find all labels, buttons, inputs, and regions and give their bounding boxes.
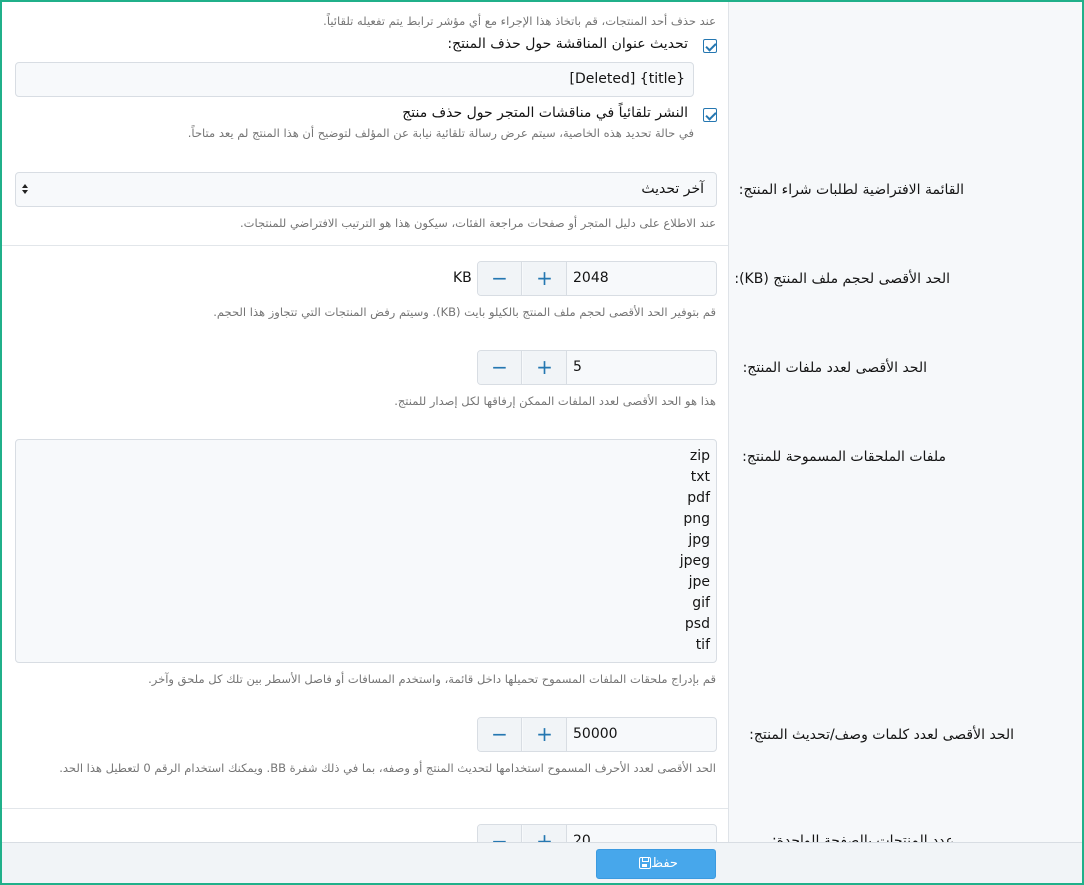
label-column xyxy=(728,2,1082,883)
max-file-size-hint: قم بتوفير الحد الأقصى لحجم ملف المنتج با… xyxy=(213,305,716,319)
options-page: عند حذف أحد المنتجات، قم باتخاذ هذا الإج… xyxy=(0,0,1084,885)
extension-line: jpeg xyxy=(679,553,710,569)
max-file-size-input[interactable]: 2048 xyxy=(567,262,716,295)
form-footer: حفظ xyxy=(2,842,1082,883)
extension-line: psd xyxy=(684,616,710,632)
max-words-hint: الحد الأقصى لعدد الأحرف المسموح استخدامه… xyxy=(59,761,716,775)
increment-button[interactable]: + xyxy=(523,262,567,295)
decrement-button[interactable]: − xyxy=(478,718,522,751)
max-file-size-spinner: − + 2048 xyxy=(477,261,717,296)
extension-line: png xyxy=(683,511,710,527)
deleted-product-hint: عند حذف أحد المنتجات، قم باتخاذ هذا الإج… xyxy=(323,14,716,28)
file-size-unit: KB xyxy=(453,270,472,286)
row-separator xyxy=(2,808,728,809)
max-words-label: الحد الأقصى لعدد كلمات وصف/تحديث المنتج: xyxy=(749,727,1014,743)
auto-post-hint: في حالة تحديد هذه الخاصية، سيتم عرض رسال… xyxy=(187,126,694,140)
max-file-size-label: الحد الأقصى لحجم ملف المنتج (KB): xyxy=(734,271,950,287)
extension-line: jpe xyxy=(688,574,710,590)
extension-line: txt xyxy=(690,469,710,485)
save-button-label: حفظ xyxy=(651,856,678,871)
allowed-extensions-textarea[interactable]: zip txt pdf png jpg jpeg jpe gif psd tif xyxy=(15,439,717,663)
row-separator xyxy=(2,245,728,246)
increment-button[interactable]: + xyxy=(523,718,567,751)
extension-line: jpg xyxy=(688,532,710,548)
extension-line: tif xyxy=(695,637,710,653)
save-button[interactable]: حفظ xyxy=(596,849,716,879)
update-title-checkbox[interactable] xyxy=(703,39,717,53)
deleted-title-input[interactable]: {title} [Deleted] xyxy=(15,62,694,97)
decrement-button[interactable]: − xyxy=(478,351,522,384)
max-words-input[interactable]: 50000 xyxy=(567,718,716,751)
default-list-label: القائمة الافتراضية لطلبات شراء المنتج: xyxy=(738,182,964,198)
allowed-extensions-hint: قم بإدراج ملحقات الملفات المسموح تحميلها… xyxy=(148,672,716,686)
auto-post-label: النشر تلقائياً في مناقشات المتجر حول حذف… xyxy=(402,105,688,121)
decrement-button[interactable]: − xyxy=(478,262,522,295)
max-files-hint: هذا هو الحد الأقصى لعدد الملفات الممكن إ… xyxy=(394,394,716,408)
auto-post-checkbox[interactable] xyxy=(703,108,717,122)
update-title-label: تحديث عنوان المناقشة حول حذف المنتج: xyxy=(447,36,688,52)
extension-line: gif xyxy=(692,595,710,611)
save-icon xyxy=(639,857,652,869)
default-list-select[interactable]: آخر تحديث xyxy=(15,172,717,207)
max-files-input[interactable]: 5 xyxy=(567,351,716,384)
allowed-extensions-label: ملفات الملحقات المسموحة للمنتج: xyxy=(742,449,946,465)
extension-line: pdf xyxy=(687,490,710,506)
default-list-hint: عند الاطلاع على دليل المتجر أو صفحات مرا… xyxy=(240,216,716,230)
max-files-label: الحد الأقصى لعدد ملفات المنتج: xyxy=(742,360,927,376)
extension-line: zip xyxy=(689,448,710,464)
default-list-selected: آخر تحديث xyxy=(641,181,704,197)
max-files-spinner: − + 5 xyxy=(477,350,717,385)
max-words-spinner: − + 50000 xyxy=(477,717,717,752)
increment-button[interactable]: + xyxy=(523,351,567,384)
